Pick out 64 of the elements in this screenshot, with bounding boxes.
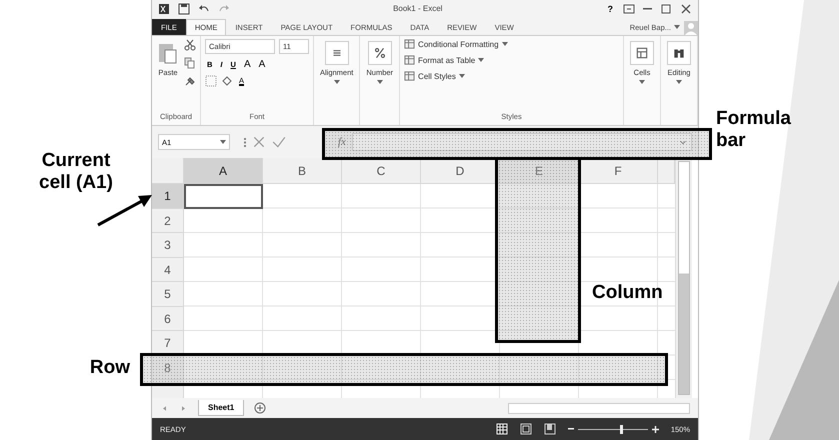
row-header[interactable]: 3 (152, 233, 184, 258)
excel-logo-icon (158, 2, 170, 15)
active-cell[interactable] (184, 184, 263, 209)
formula-input[interactable] (352, 133, 692, 152)
annotation-label: Formula bar (716, 108, 792, 152)
normal-view-icon (496, 423, 508, 436)
borders-icon (205, 74, 217, 87)
annotation-label: Row (88, 357, 130, 379)
vertical-scrollbar[interactable] (675, 158, 692, 398)
caret-icon (674, 25, 680, 30)
style-menu-button[interactable]: Format as Table (404, 54, 508, 66)
ribbon-display-icon (623, 2, 635, 15)
caret-icon (458, 74, 465, 78)
percent-icon (372, 46, 387, 60)
scissors-icon (184, 38, 196, 51)
font-size-button[interactable]: A (242, 58, 253, 70)
column-header[interactable]: D (421, 158, 500, 184)
table-style-icon (404, 38, 416, 50)
page-layout-icon (520, 423, 532, 436)
table-style-icon (404, 54, 416, 66)
column-header[interactable] (658, 158, 675, 184)
row-header[interactable]: 7 (152, 331, 184, 356)
column-header[interactable]: A (184, 158, 263, 184)
sheet-tab[interactable]: Sheet1 (198, 400, 244, 416)
pointer-arrow (96, 192, 154, 228)
minimize-icon (643, 8, 652, 10)
caret-icon (639, 80, 645, 84)
caret-icon (220, 140, 226, 144)
paintbrush-icon (184, 74, 196, 87)
cancel-icon (252, 135, 266, 150)
row-header[interactable]: 2 (152, 208, 184, 234)
caret-icon (502, 42, 508, 46)
window-title: Book1 - Excel (392, 4, 444, 14)
annotation-label: Current cell (A1) (38, 150, 114, 194)
cells-icon (635, 46, 649, 60)
column-header[interactable]: F (579, 158, 658, 184)
enter-icon (272, 135, 286, 150)
style-menu-button[interactable]: Conditional Formatting (404, 38, 508, 50)
column-header[interactable]: C (342, 158, 421, 184)
zoom-out-icon[interactable] (568, 428, 574, 430)
caret-icon (376, 80, 383, 84)
close-icon (680, 2, 692, 15)
row-header[interactable]: 5 (152, 282, 184, 307)
maximize-icon (660, 2, 672, 15)
page-break-icon (544, 423, 556, 436)
row-header[interactable] (152, 380, 184, 398)
font-size-button[interactable]: A (256, 58, 268, 70)
copy-icon (184, 56, 196, 69)
row-header[interactable]: 4 (152, 258, 184, 282)
column-header[interactable]: B (263, 158, 342, 184)
caret-icon (334, 80, 340, 84)
fill-bucket-icon (221, 74, 233, 87)
horizontal-scrollbar[interactable] (508, 402, 690, 414)
save-icon (178, 2, 190, 15)
style-menu-button[interactable]: Cell Styles (404, 70, 508, 82)
row-header[interactable]: 1 (152, 184, 184, 209)
help-button[interactable]: ? (606, 4, 615, 14)
zoom-in-icon[interactable] (652, 426, 659, 433)
caret-icon (676, 80, 682, 84)
row-header[interactable]: 6 (152, 306, 184, 332)
caret-icon (478, 58, 484, 62)
table-style-icon (404, 70, 416, 82)
add-sheet-icon (254, 402, 266, 414)
annotation-label: Column (592, 282, 664, 304)
